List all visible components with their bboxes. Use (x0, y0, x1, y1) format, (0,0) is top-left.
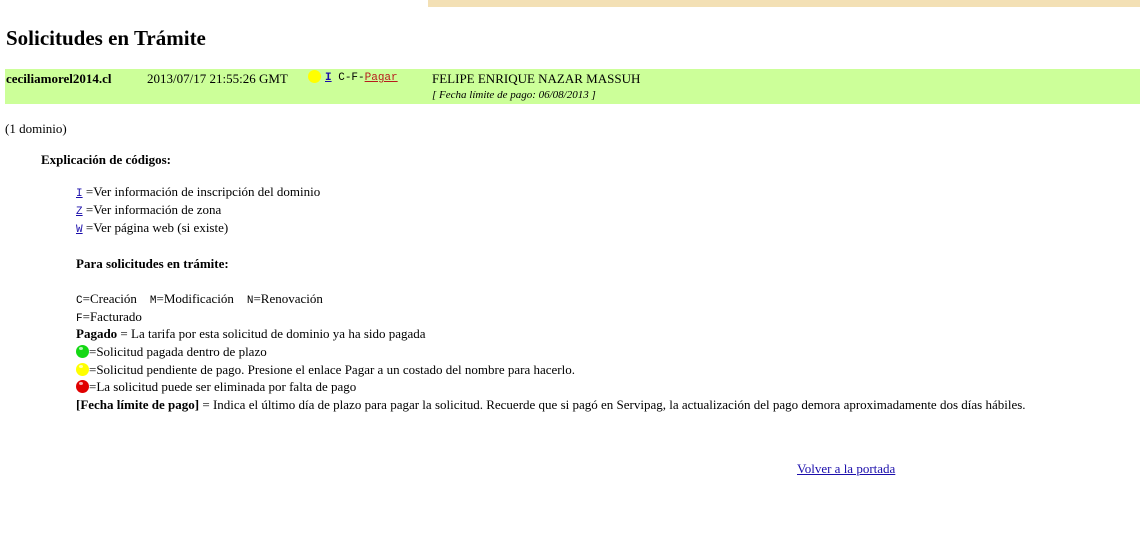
legend-paid: Pagado = La tarifa por esta solicitud de… (76, 326, 426, 342)
deadline-text: = Indica el último día de plazo para pag… (199, 397, 1026, 412)
request-codes: I C-F-Pagar (325, 72, 398, 84)
payment-deadline: [ Fecha límite de pago: 06/08/2013 ] (432, 89, 596, 101)
legend-n-text: =Renovación (253, 291, 323, 306)
status-codes: C-F- (338, 72, 365, 84)
info-link[interactable]: I (325, 72, 332, 84)
legend-c-text: =Creación (82, 291, 137, 306)
page-title: Solicitudes en Trámite (6, 26, 206, 50)
paid-text: = La tarifa por esta solicitud de domini… (117, 326, 426, 341)
paid-label: Pagado (76, 326, 118, 341)
red-status-icon (76, 380, 89, 393)
request-row: ceciliamorel2014.cl 2013/07/17 21:55:26 … (5, 69, 1140, 104)
legend-item-f: F=Facturado (76, 309, 142, 325)
legend-red: =La solicitud puede ser eliminada por fa… (76, 379, 356, 395)
legend-item-i: I =Ver información de inscripción del do… (76, 184, 320, 200)
request-datetime: 2013/07/17 21:55:26 GMT (147, 71, 288, 86)
legend-m-text: =Modificación (156, 291, 234, 306)
legend-item-w: W =Ver página web (si existe) (76, 220, 228, 236)
code-w-link[interactable]: W (76, 224, 83, 236)
domain-count: (1 dominio) (5, 121, 67, 136)
legend-item-z: Z =Ver información de zona (76, 202, 221, 218)
legend-f-text: =Facturado (82, 309, 142, 324)
back-to-home-link[interactable]: Volver a la portada (797, 461, 895, 477)
owner-name: FELIPE ENRIQUE NAZAR MASSUH (432, 71, 641, 86)
code-c: C (76, 295, 83, 307)
legend-green: =Solicitud pagada dentro de plazo (76, 344, 267, 360)
red-text: =La solicitud puede ser eliminada por fa… (89, 379, 357, 394)
pay-link[interactable]: Pagar (365, 72, 398, 84)
code-f: F (76, 313, 83, 325)
yellow-text: =Solicitud pendiente de pago. Presione e… (89, 362, 575, 377)
codes-heading: Explicación de códigos: (41, 152, 172, 167)
deadline-label: [Fecha límite de pago] (76, 397, 200, 412)
yellow-status-icon (308, 70, 321, 83)
code-i-link[interactable]: I (76, 188, 83, 200)
legend-i-text: =Ver información de inscripción del domi… (85, 184, 321, 199)
pending-heading: Para solicitudes en trámite: (76, 256, 229, 271)
top-decorative-bar (428, 0, 1140, 7)
yellow-status-icon (76, 363, 89, 376)
legend-yellow: =Solicitud pendiente de pago. Presione e… (76, 362, 575, 378)
legend-deadline: [Fecha límite de pago] = Indica el últim… (76, 397, 1136, 413)
green-status-icon (76, 345, 89, 358)
legend-status-codes: C=Creación M=Modificación N=Renovación (76, 291, 323, 307)
domain-name: ceciliamorel2014.cl (6, 71, 112, 86)
legend-w-text: =Ver página web (si existe) (85, 220, 229, 235)
code-z-link[interactable]: Z (76, 206, 83, 218)
legend-z-text: =Ver información de zona (85, 202, 222, 217)
green-text: =Solicitud pagada dentro de plazo (89, 344, 267, 359)
